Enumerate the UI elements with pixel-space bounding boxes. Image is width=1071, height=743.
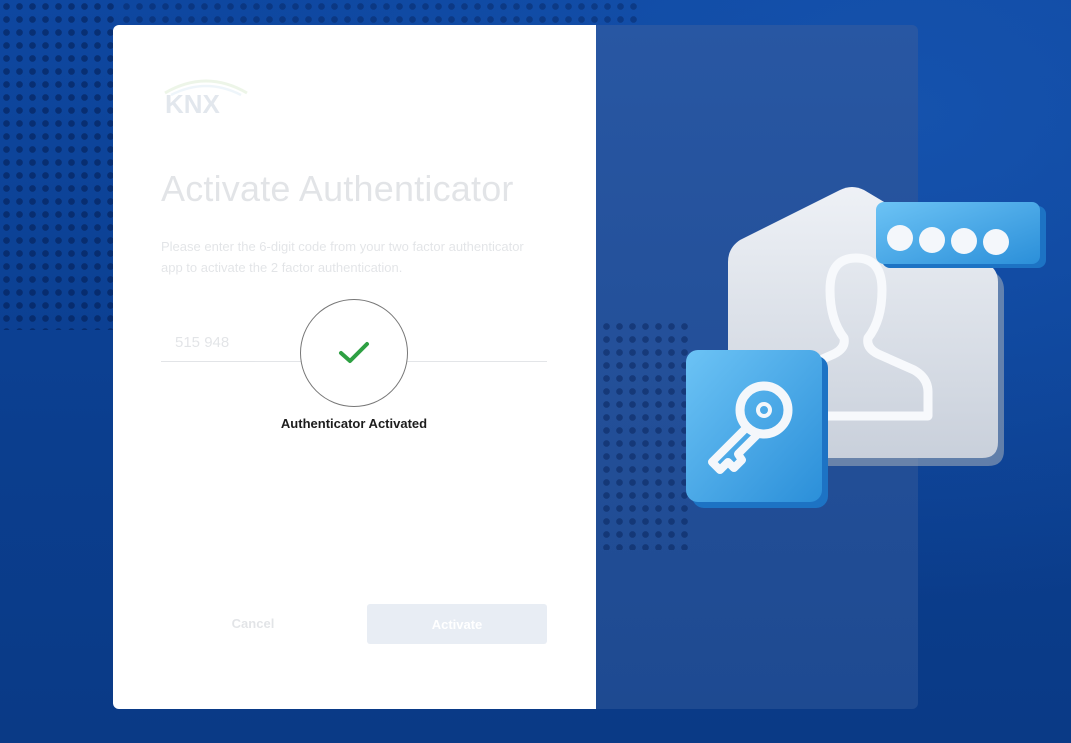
success-indicator [300,299,408,407]
background-dot-pattern [0,0,115,330]
knx-logo: KNX [161,75,251,119]
logo-text: KNX [165,89,221,117]
code-input-value: 515 948 [175,334,230,351]
activate-button[interactable]: Activate [367,604,547,644]
check-icon [339,342,369,363]
form-panel: KNX Activate Authenticator Please enter … [113,25,596,709]
success-message: Authenticator Activated [280,416,428,431]
key-icon [686,350,828,508]
cancel-button[interactable]: Cancel [183,605,323,641]
instructions-text: Please enter the 6-digit code from your … [161,239,524,275]
page-title: Activate Authenticator [161,168,514,209]
security-illustration [568,170,1071,530]
password-dots-icon [876,202,1046,268]
